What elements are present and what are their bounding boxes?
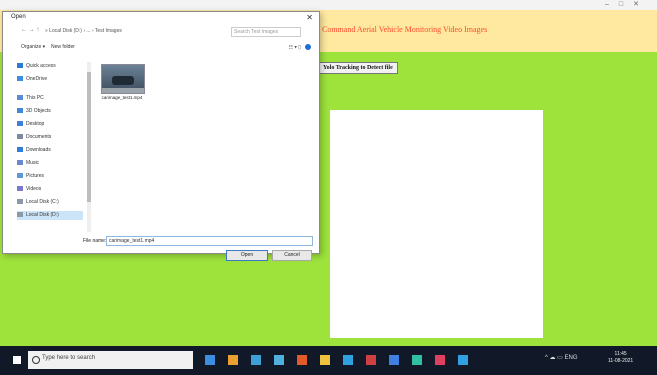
address-path[interactable]: » Local Disk (D:) › ... › Test Images (45, 27, 225, 36)
taskbar-app-icon[interactable] (389, 355, 399, 365)
search-icon (32, 356, 40, 364)
nav-item-label: OneDrive (26, 76, 48, 82)
organize-button[interactable]: Organize ▾ (21, 44, 45, 50)
nav-item[interactable]: Downloads (17, 146, 51, 155)
nav-item[interactable]: Desktop (17, 120, 44, 129)
nav-scrollbar[interactable] (87, 62, 91, 232)
folder-icon (17, 199, 23, 205)
nav-item[interactable]: Documents (17, 133, 51, 142)
detect-file-button[interactable]: Yolo Tracking to Detect file (318, 62, 398, 74)
folder-icon (17, 212, 23, 218)
taskbar-app-icon[interactable] (412, 355, 422, 365)
taskbar-app-icon[interactable] (366, 355, 376, 365)
folder-icon (17, 134, 23, 140)
close-icon[interactable]: ✕ (306, 13, 313, 22)
nav-item-label: Pictures (26, 173, 45, 179)
taskbar-app-icon[interactable] (320, 355, 330, 365)
nav-item-label: Local Disk (C:) (26, 199, 59, 205)
banner-title: Command Aerial Vehicle Monitoring Video … (322, 25, 488, 34)
new-folder-button[interactable]: New folder (51, 44, 75, 50)
folder-icon (17, 76, 23, 82)
nav-arrows-icon[interactable]: ← → ↑ (21, 27, 39, 33)
taskbar-app-icon[interactable] (458, 355, 468, 365)
view-controls[interactable]: ☷ ▾ ▯ (288, 44, 311, 50)
video-thumbnail[interactable] (101, 64, 145, 94)
folder-icon (17, 160, 23, 166)
nav-item[interactable]: Pictures (17, 172, 44, 181)
nav-item-label: This PC (26, 95, 44, 101)
nav-item-label: Music (26, 160, 40, 166)
open-file-dialog: Open ✕ ← → ↑ » Local Disk (D:) › ... › T… (2, 11, 320, 261)
folder-icon (17, 95, 23, 101)
nav-item[interactable]: 3D Objects (17, 107, 51, 116)
nav-item[interactable]: Local Disk (D:) (17, 211, 83, 220)
address-bar: ← → ↑ » Local Disk (D:) › ... › Test Ima… (21, 27, 301, 37)
taskbar-app-icon[interactable] (274, 355, 284, 365)
taskbar-app-icon[interactable] (343, 355, 353, 365)
window-controls[interactable]: –□✕ (605, 0, 649, 8)
taskbar-app-icon[interactable] (228, 355, 238, 365)
filename-input[interactable]: carimage_test1.mp4 (106, 236, 313, 246)
nav-item-label: Documents (26, 134, 52, 140)
nav-item-label: Desktop (26, 121, 45, 127)
nav-item[interactable]: Quick access (17, 62, 56, 71)
file-name: carimage_test1.mp4 (101, 95, 143, 100)
folder-icon (17, 108, 23, 114)
nav-item-label: Local Disk (D:) (26, 212, 59, 218)
dialog-title-bar: Open ✕ (3, 12, 319, 25)
taskbar: Type here to search ^ ☁ ▭ ENG 11:45 11-0… (0, 346, 657, 375)
taskbar-search[interactable]: Type here to search (28, 351, 193, 369)
nav-item-label: Videos (26, 186, 42, 192)
nav-item-label: 3D Objects (26, 108, 51, 114)
folder-icon (17, 147, 23, 153)
nav-item[interactable]: Music (17, 159, 39, 168)
navigation-pane: Quick access OneDrive This PC 3D Objects Des… (17, 62, 87, 232)
scrollbar-thumb[interactable] (87, 72, 91, 202)
help-icon[interactable] (305, 44, 311, 50)
folder-icon (17, 173, 23, 179)
video-canvas (330, 110, 543, 338)
clock[interactable]: 11:45 11-08-2021 (608, 351, 633, 365)
nav-item[interactable]: This PC (17, 94, 44, 103)
nav-item-label: Quick access (26, 63, 56, 69)
folder-icon (17, 63, 23, 69)
open-button[interactable]: Open (226, 250, 268, 261)
taskbar-app-icon[interactable] (435, 355, 445, 365)
nav-item[interactable]: Local Disk (C:) (17, 198, 59, 207)
folder-icon (17, 186, 23, 192)
system-tray[interactable]: ^ ☁ ▭ ENG (545, 354, 578, 361)
taskbar-app-icon[interactable] (205, 355, 215, 365)
nav-item-label: Downloads (26, 147, 51, 153)
filename-label: File name: (83, 238, 107, 244)
search-input[interactable]: Search Test Images (231, 27, 301, 37)
taskbar-app-icon[interactable] (251, 355, 261, 365)
dialog-title: Open (11, 14, 26, 20)
dialog-toolbar: Organize ▾ New folder ☷ ▾ ▯ (21, 44, 311, 53)
nav-item[interactable]: Videos (17, 185, 41, 194)
nav-item[interactable]: OneDrive (17, 75, 47, 84)
windows-start-icon[interactable] (13, 356, 21, 364)
cancel-button[interactable]: Cancel (272, 250, 312, 261)
folder-icon (17, 121, 23, 127)
taskbar-app-icon[interactable] (297, 355, 307, 365)
